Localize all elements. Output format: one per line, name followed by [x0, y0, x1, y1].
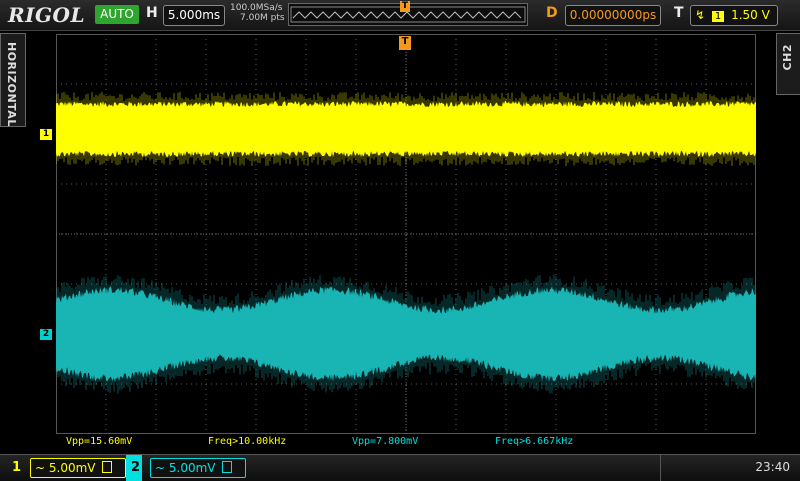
- ch1-number: 1: [12, 460, 22, 475]
- clock: 23:40: [755, 460, 790, 474]
- trigger-label: T: [674, 5, 684, 21]
- trigger-readout[interactable]: ↯ 1 1.50 V: [690, 5, 778, 26]
- brand-logo: RIGOL: [8, 3, 86, 27]
- trigger-position-marker[interactable]: T: [399, 36, 411, 50]
- delay-label: D: [546, 5, 558, 21]
- status-divider: [660, 455, 661, 481]
- trigger-source-badge: 1: [711, 11, 725, 22]
- ch1-vpp: Vpp=15.60mV: [66, 436, 133, 447]
- ch2-offset-marker[interactable]: 2: [40, 329, 52, 340]
- timebase-readout[interactable]: 5.000ms: [163, 5, 225, 26]
- channel-status-bar: 1 ~ 5.00mV 2 ~ 5.00mV 23:40: [0, 454, 800, 481]
- top-status-bar: RIGOL AUTO H 5.000ms 100.0MSa/s 7.00M pt…: [0, 0, 800, 31]
- acquisition-info: 100.0MSa/s 7.00M pts: [230, 3, 285, 23]
- graticule: [55, 34, 756, 434]
- ch2-tab-label: CH2: [781, 44, 794, 71]
- ch1-scale: 5.00mV: [48, 461, 96, 475]
- waveform-display[interactable]: [55, 34, 756, 434]
- ch2-menu-tab[interactable]: CH2: [776, 33, 800, 95]
- ch2-scale: 5.00mV: [168, 461, 216, 475]
- ch2-freq: Freq>6.667kHz: [495, 436, 574, 447]
- ch2-number: 2: [131, 460, 141, 475]
- sample-rate: 100.0MSa/s: [230, 3, 283, 13]
- memory-depth: 7.00M pts: [240, 13, 285, 23]
- horizontal-label: H: [146, 5, 158, 21]
- ch2-scale-box[interactable]: ~ 5.00mV: [150, 458, 246, 478]
- measurement-bar: Vpp=15.60mV Freq>10.00kHz Vpp=7.800mV Fr…: [0, 436, 800, 450]
- ch1-offset-marker[interactable]: 1: [40, 129, 52, 140]
- delay-readout[interactable]: 0.00000000ps: [565, 5, 661, 26]
- horizontal-tab-label: HORIZONTAL: [5, 42, 18, 127]
- run-mode-badge[interactable]: AUTO: [95, 5, 139, 24]
- horizontal-menu-tab[interactable]: HORIZONTAL: [0, 33, 26, 127]
- ch1-freq: Freq>10.00kHz: [208, 436, 287, 447]
- ch1-coupling-icon: ~: [35, 461, 46, 475]
- memory-trigger-marker: T: [400, 1, 410, 12]
- memory-waveform-overview: T: [288, 1, 528, 26]
- trigger-edge-icon: ↯: [695, 8, 706, 22]
- ch2-coupling-icon: ~: [155, 461, 166, 475]
- ch1-bandwidth-icon: [102, 461, 113, 473]
- ch2-bandwidth-icon: [222, 461, 233, 473]
- ch1-scale-box[interactable]: ~ 5.00mV: [30, 458, 126, 478]
- ch2-vpp: Vpp=7.800mV: [352, 436, 419, 447]
- trigger-level: 1.50 V: [731, 8, 770, 22]
